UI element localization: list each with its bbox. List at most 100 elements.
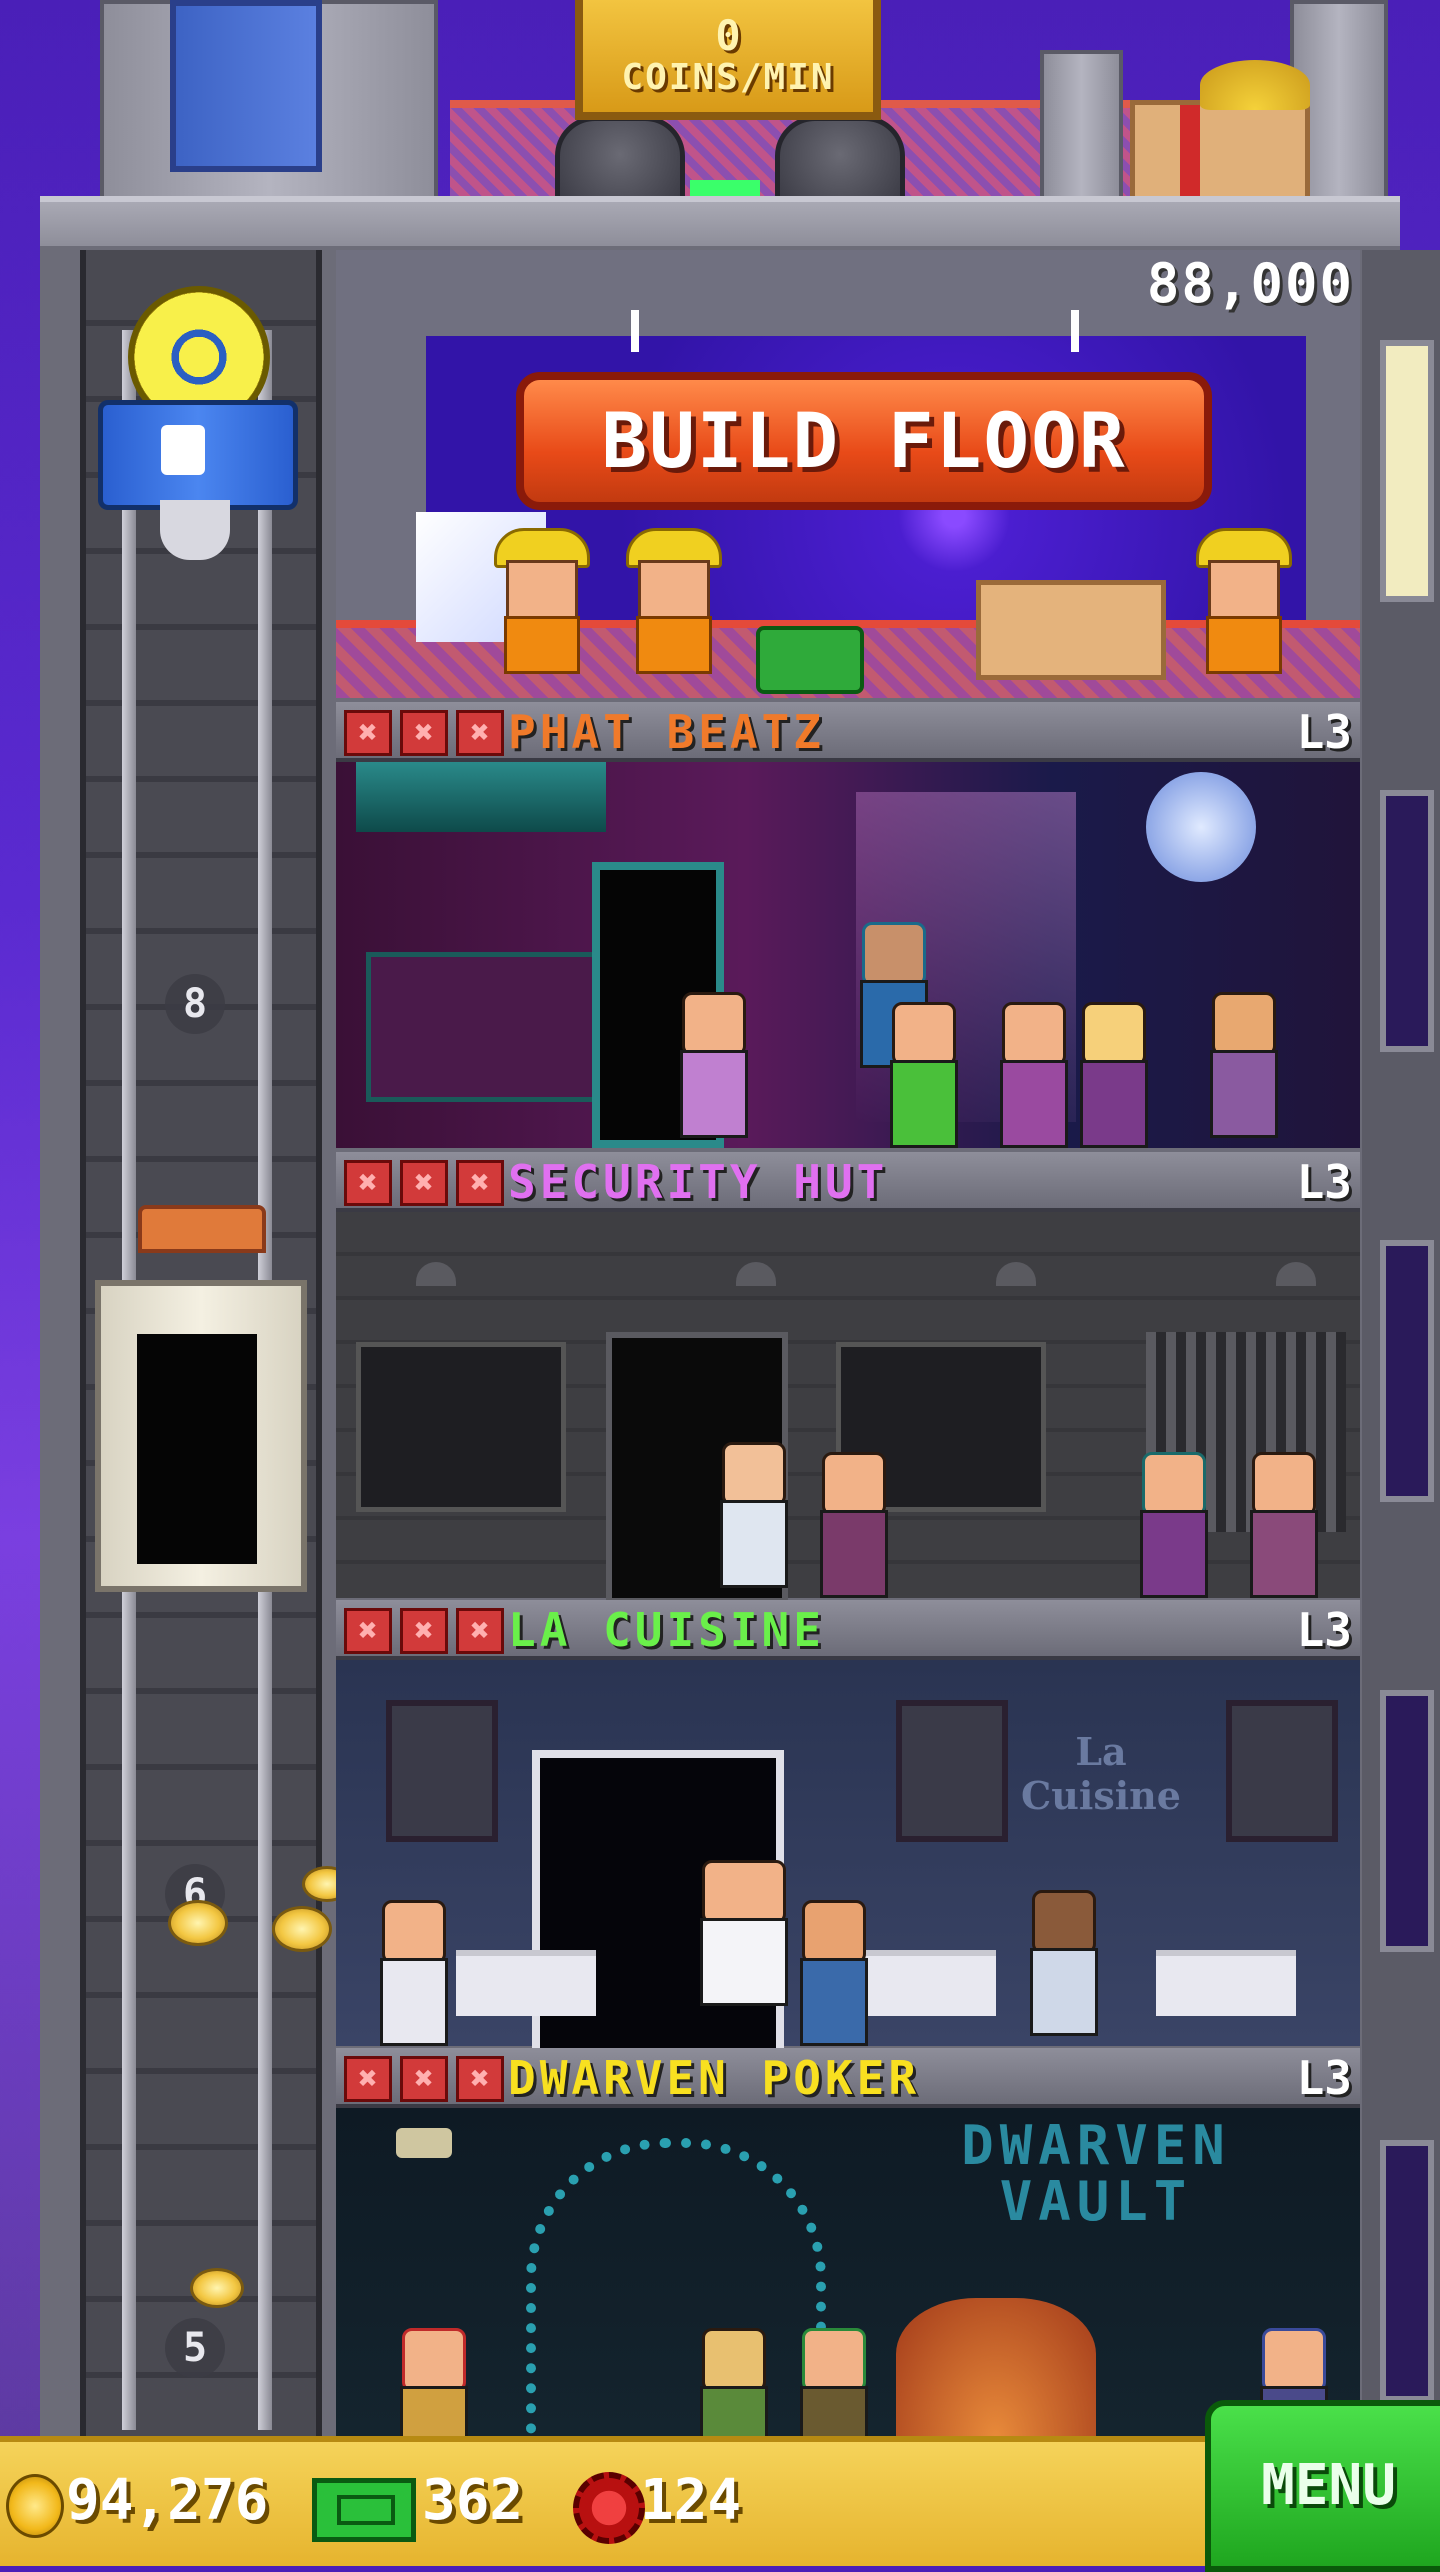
floating-coin-icon[interactable]: [272, 1906, 332, 1952]
cuisine-wall-sign: La Cuisine: [1021, 1729, 1181, 1818]
floor-name: PHAT BEATZ: [508, 705, 825, 759]
coins-per-min-label: COINS/MIN: [621, 57, 835, 98]
crane-hook-icon: [1071, 310, 1079, 352]
elevator-door: [137, 1334, 257, 1564]
floating-coin-icon[interactable]: [168, 1900, 228, 1946]
security-visitor[interactable]: [816, 1452, 888, 1598]
bux-icon: [312, 2478, 416, 2542]
construction-worker: [494, 528, 590, 674]
restaurant-visitor[interactable]: [796, 1900, 868, 2046]
wall-painting: [386, 1700, 498, 1842]
floor-name: LA CUISINE: [508, 1603, 825, 1657]
treasure-pile: [896, 2298, 1096, 2438]
currency-bar: 94,276 362 124: [0, 2436, 1210, 2566]
empty-stock-icon: ✖: [456, 1608, 504, 1654]
rooftop: 0 COINS/MIN: [0, 0, 1440, 210]
side-window: [1380, 1240, 1434, 1502]
club-visitor[interactable]: [676, 992, 748, 1138]
security-guard[interactable]: [716, 1442, 788, 1588]
empty-stock-icon: ✖: [400, 1160, 448, 1206]
floor-level: L3: [1296, 2051, 1352, 2105]
floor-header: ✖ ✖ ✖ LA CUISINE L3: [336, 1600, 1360, 1660]
empty-stock-icon: ✖: [400, 710, 448, 756]
floor-level: L3: [1296, 1603, 1352, 1657]
ceiling-lamp-icon: [996, 1262, 1036, 1286]
side-window: [1380, 2140, 1434, 2402]
empty-stock-icon: ✖: [344, 1160, 392, 1206]
security-camera-icon: [396, 2128, 452, 2158]
empty-stock-icon: ✖: [344, 2056, 392, 2102]
restaurant-scene: La Cuisine: [336, 1660, 1360, 2056]
tower-bux-count[interactable]: 362: [422, 2466, 523, 2536]
elevator-car[interactable]: [95, 1280, 307, 1592]
stock-indicators: ✖ ✖ ✖: [344, 1608, 504, 1654]
floor-la-cuisine[interactable]: ✖ ✖ ✖ LA CUISINE L3 La Cuisine: [336, 1600, 1360, 2056]
ceiling-lamp-icon: [1276, 1262, 1316, 1286]
toolbox-icon: [756, 626, 864, 694]
empty-stock-icon: ✖: [344, 710, 392, 756]
coin-icon: [6, 2474, 64, 2538]
restaurant-visitor[interactable]: [376, 1900, 448, 2046]
empty-stock-icon: ✖: [400, 1608, 448, 1654]
floor-dwarven-poker[interactable]: ✖ ✖ ✖ DWARVEN POKER L3 DWARVEN VAULT: [336, 2048, 1360, 2474]
stock-indicators: ✖ ✖ ✖: [344, 2056, 504, 2102]
empty-stock-icon: ✖: [456, 2056, 504, 2102]
crane-hook-icon: [631, 310, 639, 352]
roof-pillar: [1040, 50, 1123, 204]
security-scene: [336, 1212, 1360, 1604]
floor-level: L3: [1296, 1155, 1352, 1209]
vault-sign-line: DWARVEN: [961, 2114, 1231, 2177]
coins-per-min-sign[interactable]: 0 COINS/MIN: [575, 0, 881, 120]
lumber-crate: [976, 580, 1166, 680]
stock-indicators: ✖ ✖ ✖: [344, 1160, 504, 1206]
build-floor-slot[interactable]: 88,000 BUILD FLOOR: [336, 250, 1360, 698]
floor-name: DWARVEN POKER: [508, 2051, 921, 2105]
security-visitor[interactable]: [1136, 1452, 1208, 1598]
security-visitor[interactable]: [1246, 1452, 1318, 1598]
floor-header: ✖ ✖ ✖ DWARVEN POKER L3: [336, 2048, 1360, 2108]
floating-coin-icon[interactable]: [190, 2268, 244, 2308]
poker-scene: DWARVEN VAULT: [336, 2108, 1360, 2474]
side-window: [1380, 340, 1434, 602]
elevator-floor-number: 8: [165, 974, 225, 1034]
floor-phat-beatz[interactable]: ✖ ✖ ✖ PHAT BEATZ L3: [336, 702, 1360, 1148]
dj-booth: [366, 952, 606, 1102]
wall-painting: [896, 1700, 1008, 1842]
construction-worker: [626, 528, 722, 674]
rooftop-light: [690, 180, 760, 196]
club-visitor[interactable]: [1206, 992, 1278, 1138]
ceiling-lamp-icon: [736, 1262, 776, 1286]
elevator-car-roof: [138, 1205, 266, 1253]
rooftop-crate: [1130, 100, 1310, 210]
empty-stock-icon: ✖: [456, 1160, 504, 1206]
build-floor-button[interactable]: BUILD FLOOR: [516, 372, 1212, 510]
elevator-floor-number: 5: [165, 2318, 225, 2378]
chef-character[interactable]: [696, 1860, 788, 2006]
empty-stock-icon: ✖: [400, 2056, 448, 2102]
floor-level: L3: [1296, 705, 1352, 759]
elevator-motor: [98, 400, 298, 510]
menu-button[interactable]: MENU: [1205, 2400, 1440, 2572]
club-visitor[interactable]: [1076, 1002, 1148, 1148]
stock-indicators: ✖ ✖ ✖: [344, 710, 504, 756]
chip-icon: [573, 2472, 645, 2544]
club-visitor[interactable]: [886, 1002, 958, 1148]
floor-header: ✖ ✖ ✖ PHAT BEATZ L3: [336, 702, 1360, 762]
chips-count[interactable]: 124: [640, 2466, 741, 2536]
vault-sign-line: VAULT: [999, 2170, 1193, 2233]
dining-table: [1156, 1950, 1296, 2016]
dwarven-vault-sign: DWARVEN VAULT: [896, 2118, 1296, 2230]
club-visitor[interactable]: [996, 1002, 1068, 1148]
wall-painting: [1226, 1700, 1338, 1842]
coins-per-min-value: 0: [715, 11, 741, 60]
ceiling-lamp-icon: [416, 1262, 456, 1286]
vault-arch: [526, 2138, 826, 2458]
nightclub-scene: [336, 762, 1360, 1148]
construction-worker: [1196, 528, 1292, 674]
coins-count[interactable]: 94,276: [66, 2466, 268, 2536]
elevator-motor-face: [161, 425, 205, 475]
restaurant-visitor[interactable]: [1026, 1890, 1098, 2036]
build-floor-price: 88,000: [1146, 252, 1354, 315]
floor-security-hut[interactable]: ✖ ✖ ✖ SECURITY HUT L3: [336, 1152, 1360, 1604]
side-window: [1380, 790, 1434, 1052]
